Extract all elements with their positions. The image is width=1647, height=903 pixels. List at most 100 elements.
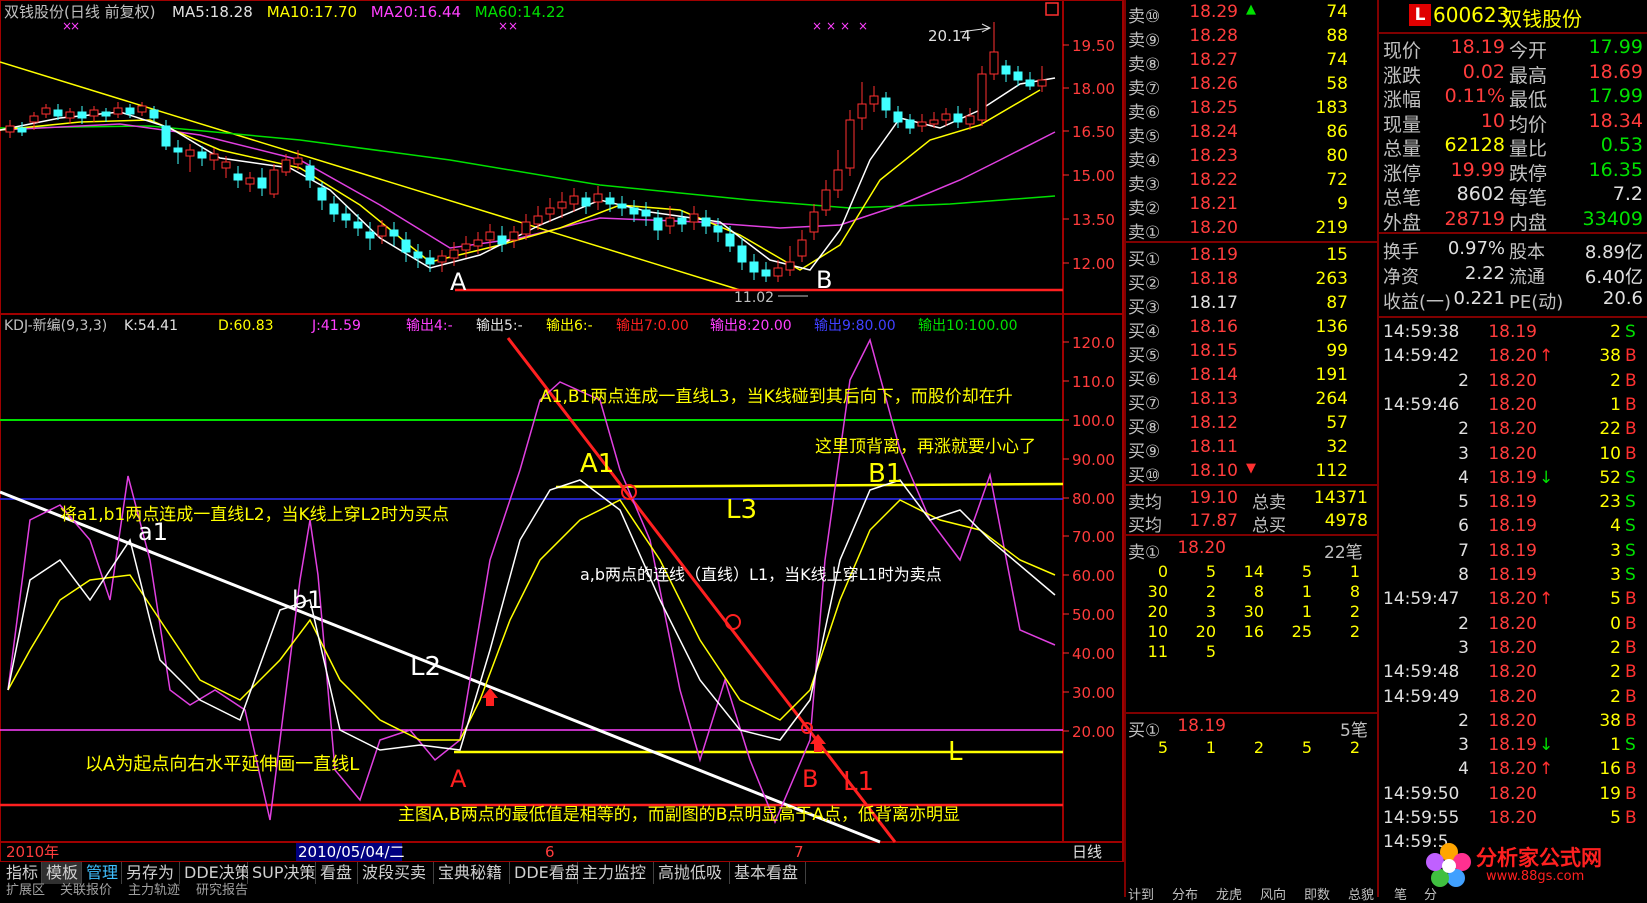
- order-price: 18.28: [1189, 26, 1238, 46]
- quote-value: 19.99: [1450, 158, 1505, 181]
- toolbar-tab[interactable]: 主力监控: [578, 862, 654, 884]
- quote-value: 10: [1480, 109, 1505, 132]
- tick-row[interactable]: 6 18.19 4 S: [1383, 516, 1645, 540]
- tick-row[interactable]: 14:59:48 18.20 2 B: [1383, 662, 1645, 686]
- buy-order-row[interactable]: 买④ 18.16 136: [1128, 317, 1376, 342]
- tick-row[interactable]: 2 18.20 0 B: [1383, 614, 1645, 638]
- tick-row[interactable]: 14:59:38 18.19 2 S: [1383, 322, 1645, 346]
- tick-side: S: [1625, 516, 1636, 537]
- buy-order-row[interactable]: 买⑩ 18.10 ▼ 112: [1128, 461, 1376, 486]
- tick-row[interactable]: 3 18.20 10 B: [1383, 444, 1645, 468]
- queue-price: 18.20: [1177, 538, 1226, 558]
- kdj-tick-label: 70.00: [1072, 528, 1115, 546]
- tick-row[interactable]: 4 18.20 ↑ 16 B: [1383, 759, 1645, 783]
- tick-row[interactable]: 8 18.19 3 S: [1383, 565, 1645, 589]
- buy-order-row[interactable]: 买② 18.18 263: [1128, 269, 1376, 294]
- order-label: 买②: [1128, 274, 1161, 294]
- tick-row[interactable]: 14:59:49 18.20 2 B: [1383, 687, 1645, 711]
- bottom-tab[interactable]: 龙虎: [1216, 884, 1242, 903]
- tick-price: 18.19: [1488, 322, 1537, 342]
- toolbar-tab[interactable]: 指标: [2, 862, 42, 884]
- sell-order-row[interactable]: 卖⑤ 18.24 86: [1128, 122, 1376, 147]
- period-label[interactable]: 日线: [1072, 843, 1102, 861]
- tick-row[interactable]: 2 18.20 2 B: [1383, 371, 1645, 395]
- sell-order-row[interactable]: 卖④ 18.23 80: [1128, 146, 1376, 171]
- bottom-tab[interactable]: 风向: [1260, 884, 1286, 903]
- toolbar-subtab[interactable]: 主力轨迹: [128, 884, 180, 897]
- queue-header: 买① 18.19 5笔: [1128, 716, 1376, 741]
- sell-order-row[interactable]: 卖① 18.20 219: [1128, 218, 1376, 243]
- toolbar-tab[interactable]: 波段买卖: [358, 862, 434, 884]
- buy-order-row[interactable]: 买③ 18.17 87: [1128, 293, 1376, 318]
- sell-order-row[interactable]: 卖⑩ 18.29 ▲ 74: [1128, 2, 1376, 27]
- toolbar-tab[interactable]: 看盘: [316, 862, 358, 884]
- order-volume: 9: [1337, 194, 1348, 214]
- toolbar-tab[interactable]: SUP决策: [248, 862, 316, 884]
- queue-label: 卖①: [1128, 543, 1161, 563]
- sell-order-row[interactable]: 卖⑧ 18.27 74: [1128, 50, 1376, 75]
- queue-header: 卖① 18.20 22笔: [1128, 538, 1376, 563]
- buy-order-row[interactable]: 买⑦ 18.13 264: [1128, 389, 1376, 414]
- kdj-legend-item: 输出7:0.00: [616, 318, 689, 334]
- kdj-tick-label: 100.0: [1072, 412, 1115, 430]
- candle-body: [161, 125, 171, 147]
- toolbar-subtab[interactable]: 研究报告: [196, 884, 248, 897]
- toolbar-subtab[interactable]: 关联报价: [60, 884, 112, 897]
- toolbar-tab[interactable]: 基本看盘: [730, 862, 806, 884]
- toolbar-tab[interactable]: 模板: [42, 862, 82, 884]
- tick-row[interactable]: 14:59:50 18.20 19 B: [1383, 784, 1645, 808]
- tick-row[interactable]: 3 18.20 2 B: [1383, 638, 1645, 662]
- quote-value: 17.99: [1588, 85, 1643, 107]
- toolbar-subtab[interactable]: 扩展区: [6, 884, 45, 897]
- buy-order-row[interactable]: 买⑥ 18.14 191: [1128, 365, 1376, 390]
- buy-order-row[interactable]: 买⑧ 18.12 57: [1128, 413, 1376, 438]
- sell-order-row[interactable]: 卖⑨ 18.28 88: [1128, 26, 1376, 51]
- toolbar-tab[interactable]: DDE决策: [180, 862, 251, 884]
- sell-order-row[interactable]: 卖③ 18.22 72: [1128, 170, 1376, 195]
- tick-row[interactable]: 14:59:42 18.20 ↑ 38 B: [1383, 346, 1645, 370]
- bottom-tab[interactable]: 计到: [1128, 884, 1154, 903]
- tick-row[interactable]: 14:59:55 18.20 5 B: [1383, 808, 1645, 832]
- chart-area[interactable]: ×× × × × × × × 19.5018.0016.5015.0013.5012.00 …: [0, 0, 1124, 862]
- price-tick-label: 12.00: [1072, 255, 1115, 273]
- tick-side: S: [1625, 492, 1636, 513]
- toolbar-tab[interactable]: 另存为: [122, 862, 180, 884]
- tick-row[interactable]: 2 18.20 22 B: [1383, 419, 1645, 443]
- toolbar-tab[interactable]: 宝典秘籍: [434, 862, 510, 884]
- tick-row[interactable]: 3 18.19 ↓ 1 S: [1383, 735, 1645, 759]
- tick-volume: 2: [1610, 322, 1621, 342]
- buy-order-row[interactable]: 买⑤ 18.15 99: [1128, 341, 1376, 366]
- tick-row[interactable]: 5 18.19 23 S: [1383, 492, 1645, 516]
- toolbar-tab[interactable]: 管理: [82, 862, 122, 884]
- bottom-tab[interactable]: 分布: [1172, 884, 1198, 903]
- toolbar-tab[interactable]: DDE看盘: [510, 862, 581, 884]
- tick-volume: 5: [1610, 589, 1621, 610]
- tick-volume: 4: [1610, 516, 1621, 537]
- tick-volume: 16: [1599, 759, 1621, 780]
- tick-row[interactable]: 14:59:47 18.20 ↑ 5 B: [1383, 589, 1645, 613]
- bottom-tab[interactable]: 笔: [1394, 884, 1407, 903]
- buy-order-row[interactable]: 买① 18.19 15: [1128, 245, 1376, 270]
- tick-price: 18.20: [1488, 686, 1537, 707]
- tick-row[interactable]: 4 18.19 ↓ 52 S: [1383, 468, 1645, 492]
- tick-arrow-icon: ↓: [1539, 735, 1554, 756]
- sell-order-row[interactable]: 卖② 18.21 9: [1128, 194, 1376, 219]
- tick-price: 18.19: [1488, 492, 1537, 513]
- bottom-tab[interactable]: 即数: [1304, 884, 1330, 903]
- toolbar-tab[interactable]: 高抛低吸: [654, 862, 730, 884]
- buy-order-row[interactable]: 买⑨ 18.11 32: [1128, 437, 1376, 462]
- annotation-l2: 将a1,b1两点连成一直线L2，当K线上穿L2时为买点: [60, 505, 449, 525]
- month-6: 6: [545, 843, 555, 861]
- order-label: 卖⑨: [1128, 31, 1161, 51]
- bottom-tab[interactable]: 分: [1424, 884, 1437, 903]
- tick-price: 18.20: [1488, 394, 1537, 415]
- tick-row[interactable]: 14:59:46 18.20 1 B: [1383, 395, 1645, 419]
- tick-side: B: [1625, 419, 1637, 440]
- candle-body: [101, 111, 111, 117]
- tick-row[interactable]: 7 18.19 3 S: [1383, 541, 1645, 565]
- sell-order-row[interactable]: 卖⑥ 18.25 183: [1128, 98, 1376, 123]
- tick-row[interactable]: 2 18.20 38 B: [1383, 711, 1645, 735]
- sell-order-row[interactable]: 卖⑦ 18.26 58: [1128, 74, 1376, 99]
- candle-body: [617, 203, 627, 209]
- bottom-tab[interactable]: 总貌: [1348, 884, 1374, 903]
